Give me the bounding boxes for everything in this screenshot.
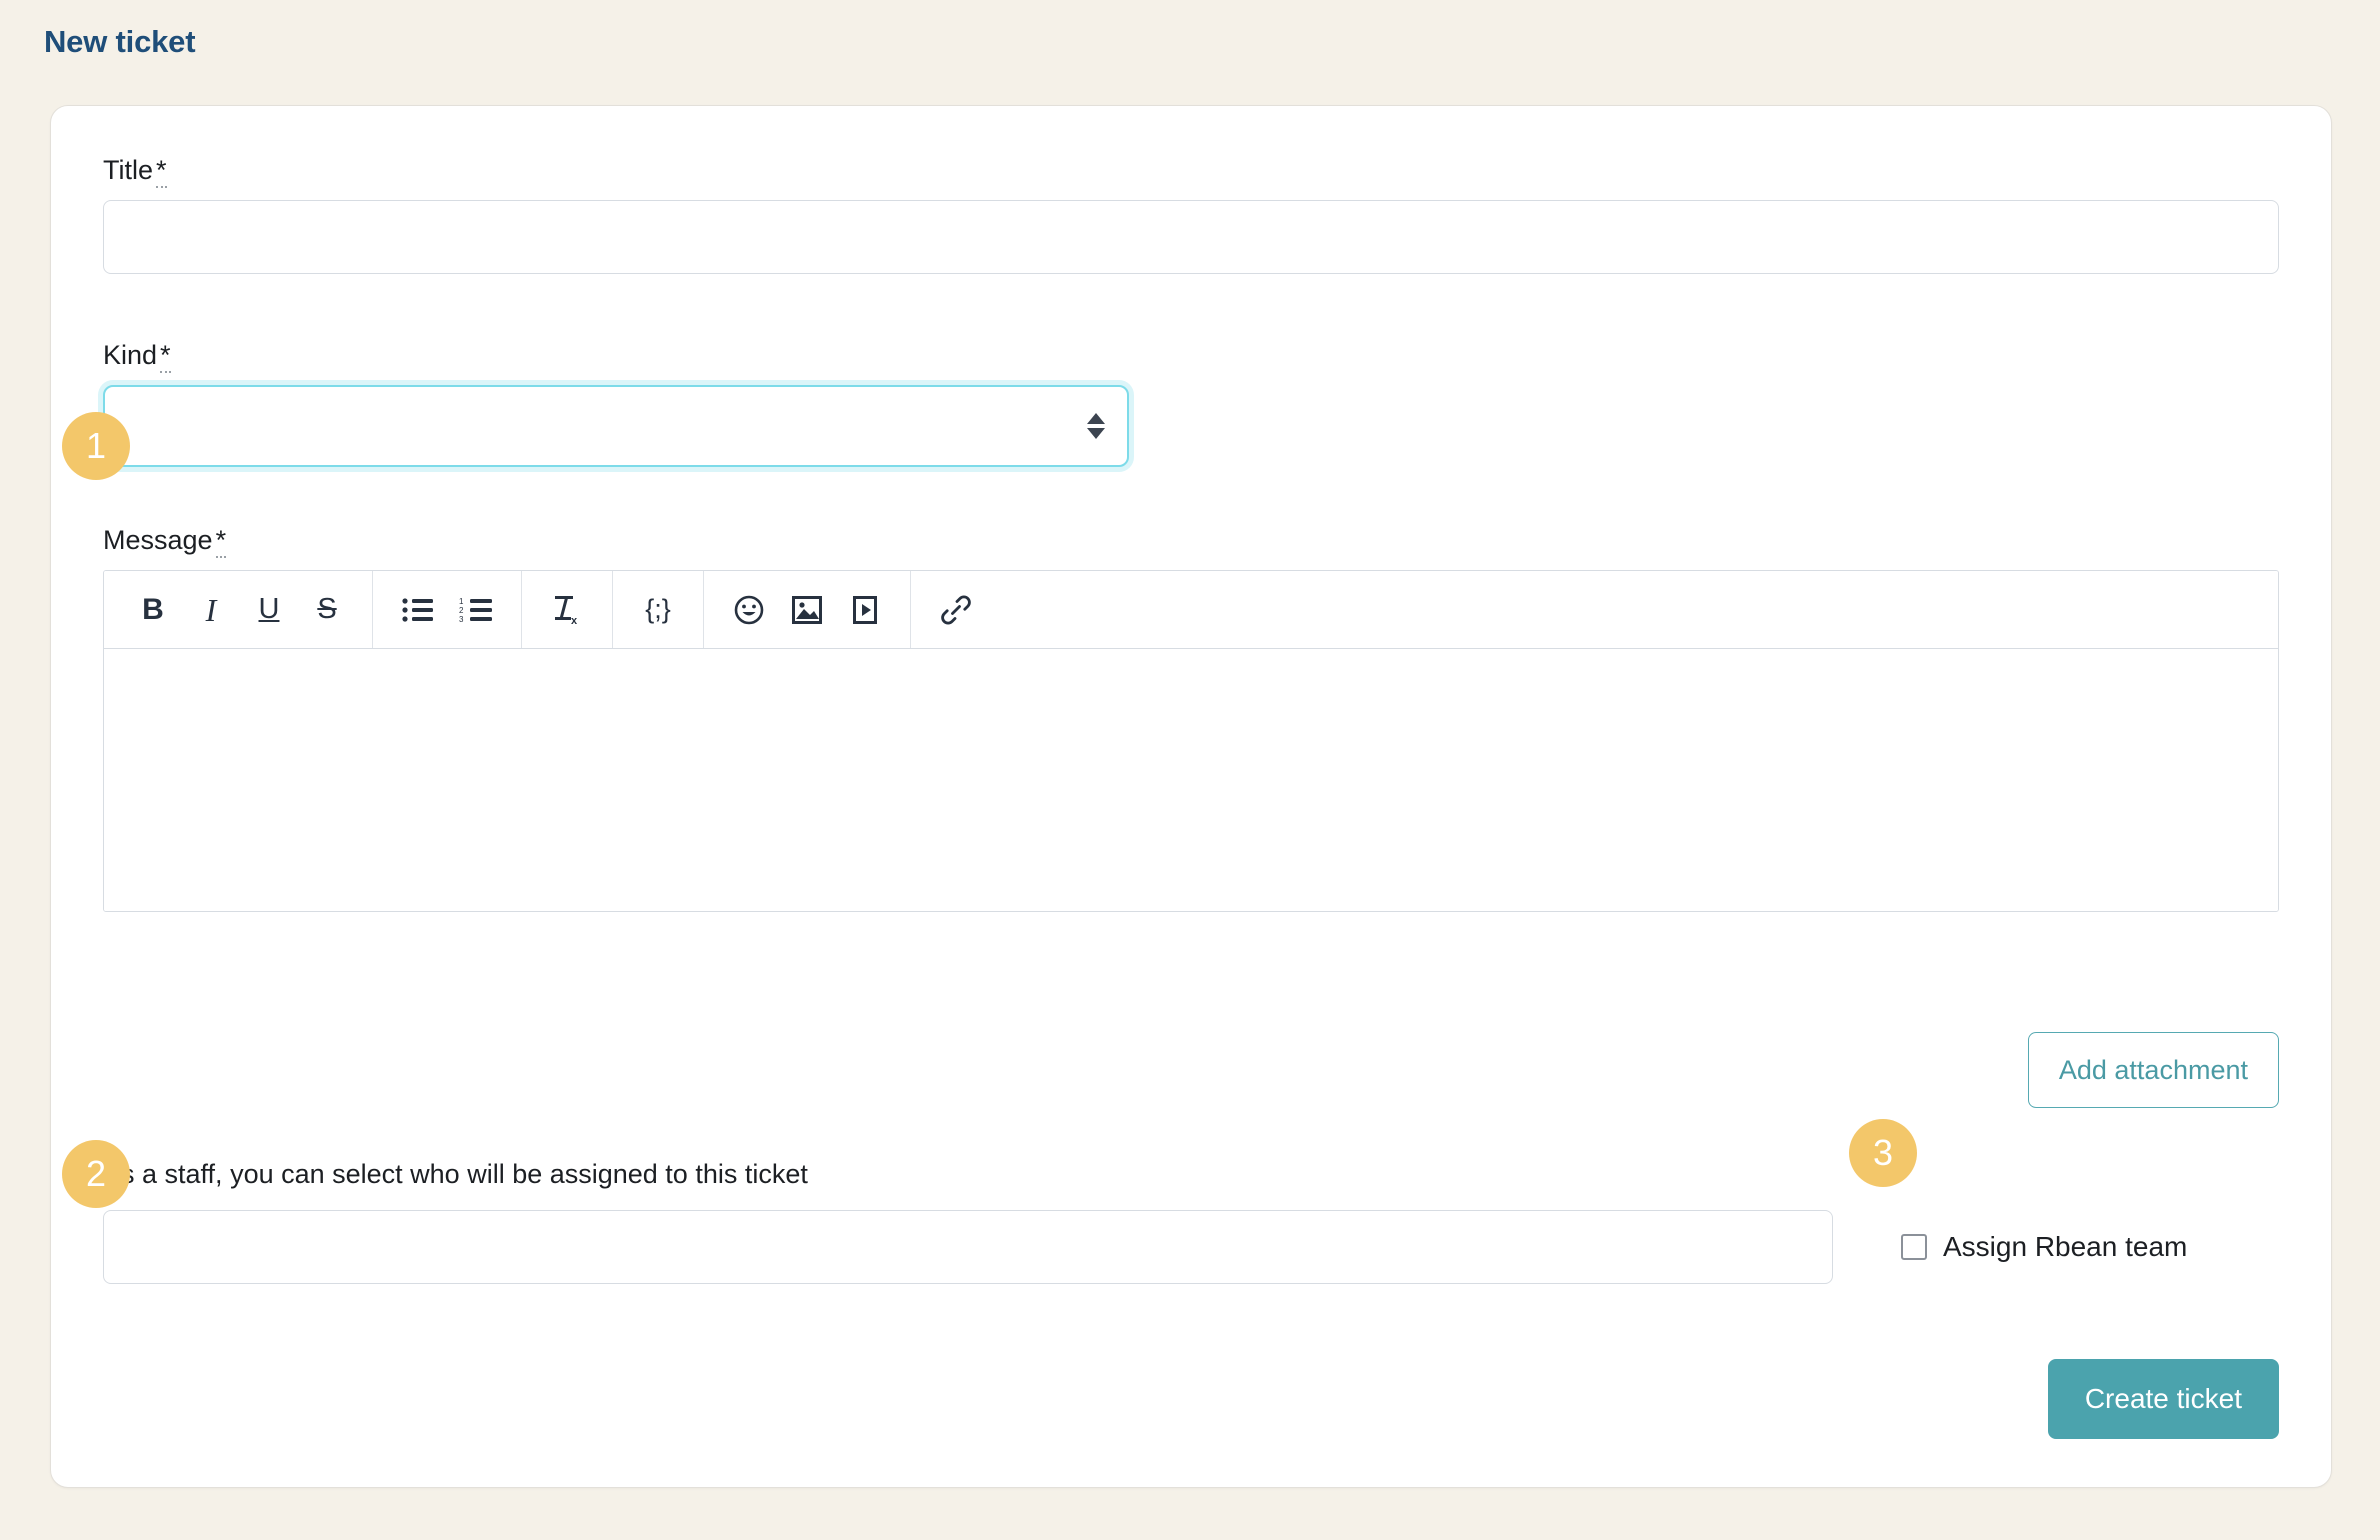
message-label: Message * bbox=[103, 524, 2279, 558]
title-label: Title * bbox=[103, 154, 2279, 188]
svg-text:x: x bbox=[571, 615, 578, 626]
bold-icon: B bbox=[142, 592, 164, 626]
message-editor-body[interactable] bbox=[104, 649, 2278, 912]
kind-field-row: Kind * bbox=[103, 339, 1129, 468]
code-block-button[interactable]: {;} bbox=[629, 582, 687, 638]
remove-format-button[interactable]: x bbox=[538, 582, 596, 638]
submit-row: Create ticket bbox=[2047, 1359, 2279, 1439]
create-ticket-button[interactable]: Create ticket bbox=[2047, 1359, 2279, 1439]
svg-text:1: 1 bbox=[459, 597, 464, 606]
toolbar-group-code: {;} bbox=[613, 571, 704, 649]
add-attachment-button[interactable]: Add attachment bbox=[2027, 1032, 2279, 1108]
assign-team-checkbox-label[interactable]: Assign Rbean team bbox=[1943, 1231, 2187, 1263]
assignee-line: Assign Rbean team bbox=[103, 1210, 2279, 1284]
required-asterisk: * bbox=[160, 340, 171, 373]
toolbar-group-link bbox=[911, 571, 1001, 648]
step-badge-3: 3 bbox=[1849, 1119, 1917, 1187]
message-field-row: Message * B I U S 1 2 3 x {;} bbox=[103, 524, 2279, 913]
staff-assignment-row: As a staff, you can select who will be a… bbox=[103, 1159, 2279, 1284]
numbered-list-button[interactable]: 1 2 3 bbox=[447, 582, 505, 638]
image-button[interactable] bbox=[778, 582, 836, 638]
attachment-row: Add attachment bbox=[2027, 1032, 2279, 1108]
toolbar-group-remove-format: x bbox=[522, 571, 613, 649]
message-label-text: Message bbox=[103, 525, 213, 555]
form-body: Title * Kind * Message * B I U S 1 2 3 x… bbox=[103, 154, 2279, 1447]
strikethrough-button[interactable]: S bbox=[298, 582, 356, 638]
remove-format-icon: x bbox=[552, 594, 582, 626]
code-block-icon: {;} bbox=[645, 594, 671, 625]
svg-text:2: 2 bbox=[459, 606, 464, 615]
bulleted-list-button[interactable] bbox=[389, 582, 447, 638]
toolbar-group-media bbox=[704, 571, 911, 649]
editor-toolbar: B I U S 1 2 3 x {;} bbox=[104, 571, 2278, 650]
link-button[interactable] bbox=[927, 582, 985, 638]
bold-button[interactable]: B bbox=[124, 582, 182, 638]
title-label-text: Title bbox=[103, 155, 154, 185]
staff-assignment-hint: As a staff, you can select who will be a… bbox=[103, 1159, 808, 1189]
assign-team-checkbox[interactable] bbox=[1901, 1234, 1927, 1260]
step-badge-1: 1 bbox=[62, 412, 130, 480]
kind-select-wrapper bbox=[103, 385, 1129, 468]
underline-button[interactable]: U bbox=[240, 582, 298, 638]
bulleted-list-icon bbox=[402, 597, 434, 623]
link-icon bbox=[940, 594, 972, 626]
emoji-button[interactable] bbox=[720, 582, 778, 638]
numbered-list-icon: 1 2 3 bbox=[459, 597, 493, 623]
strikethrough-icon: S bbox=[317, 593, 337, 626]
toolbar-group-text-style: B I U S bbox=[104, 571, 373, 649]
page-title: New ticket bbox=[44, 24, 196, 59]
italic-icon: I bbox=[205, 591, 217, 628]
kind-label: Kind * bbox=[103, 339, 1129, 373]
video-icon bbox=[849, 594, 881, 626]
new-ticket-form-card: Title * Kind * Message * B I U S 1 2 3 x… bbox=[50, 105, 2332, 1488]
kind-label-text: Kind bbox=[103, 340, 158, 370]
assignee-input[interactable] bbox=[103, 1210, 1833, 1284]
svg-text:3: 3 bbox=[459, 615, 464, 623]
required-asterisk: * bbox=[156, 155, 167, 188]
assign-team-checkbox-wrapper: Assign Rbean team bbox=[1901, 1231, 2187, 1263]
rich-text-editor: B I U S 1 2 3 x {;} bbox=[103, 570, 2279, 913]
video-button[interactable] bbox=[836, 582, 894, 638]
kind-select[interactable] bbox=[103, 385, 1129, 468]
step-badge-2: 2 bbox=[62, 1140, 130, 1208]
required-asterisk: * bbox=[215, 525, 227, 558]
title-input[interactable] bbox=[103, 200, 2279, 275]
emoji-icon bbox=[733, 594, 765, 626]
underline-icon: U bbox=[258, 593, 280, 626]
title-field-row: Title * bbox=[103, 154, 2279, 275]
page-root: New ticket Title * Kind * Message * B I … bbox=[0, 0, 2380, 1540]
italic-button[interactable]: I bbox=[182, 582, 240, 638]
image-icon bbox=[791, 594, 823, 626]
toolbar-group-lists: 1 2 3 bbox=[373, 571, 522, 649]
